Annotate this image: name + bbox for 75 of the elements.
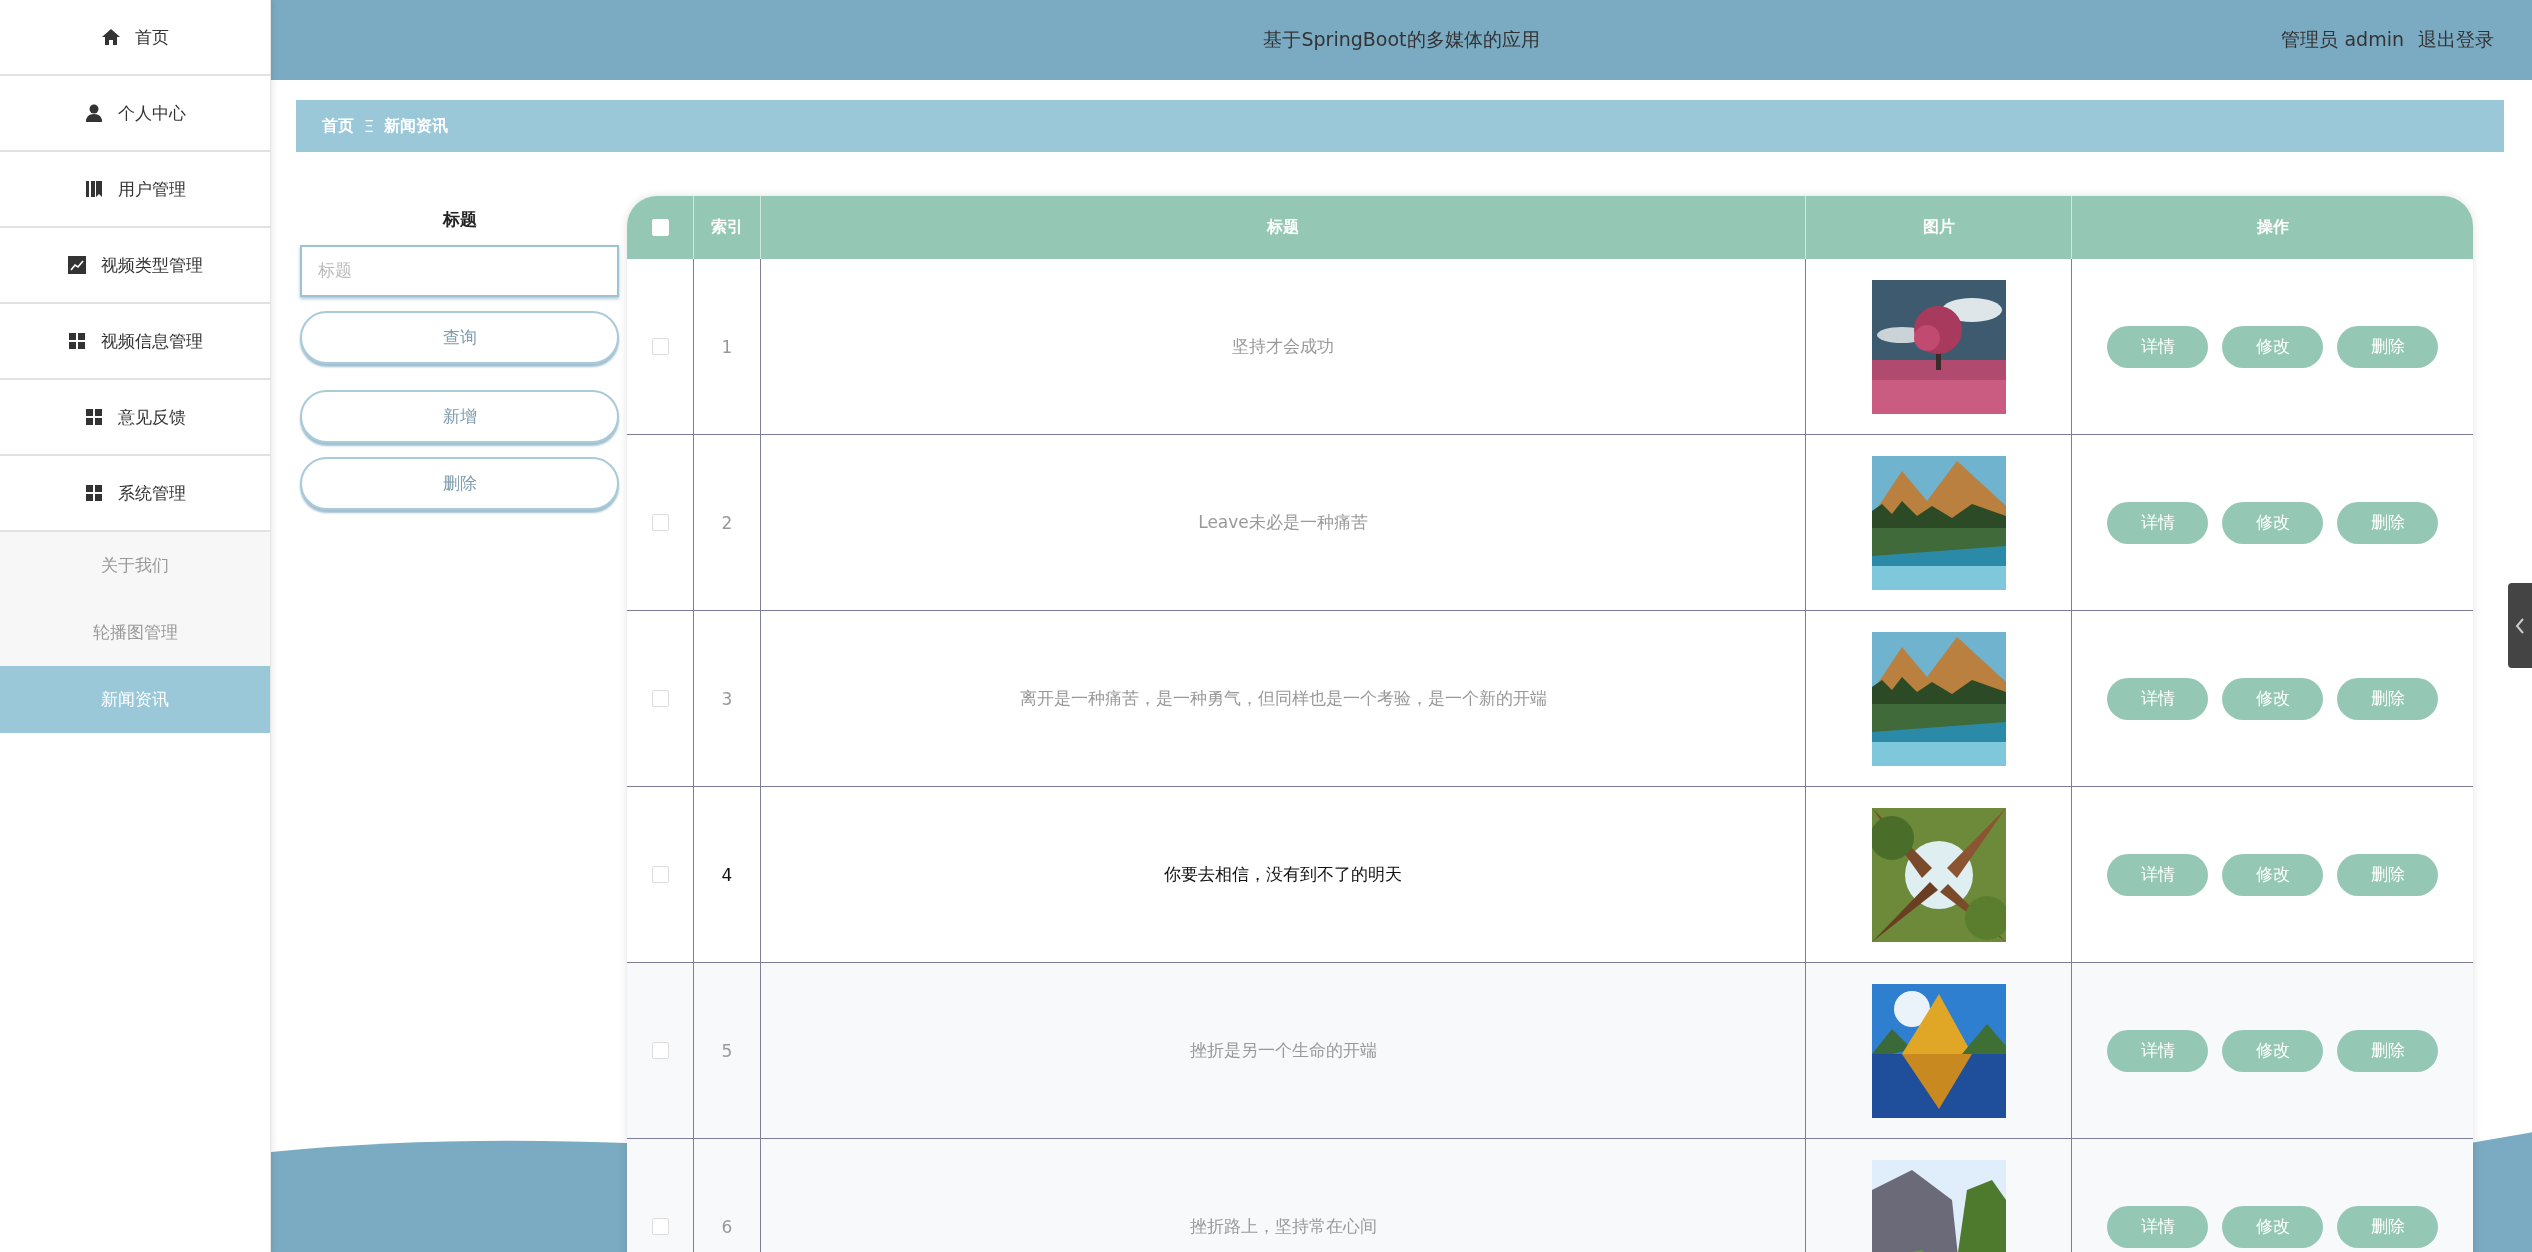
row-checkbox[interactable] [651, 1218, 669, 1235]
sidebar-item-label: 系统管理 [118, 481, 186, 505]
row-action-button[interactable]: 删除 [2337, 853, 2438, 896]
row-action-button[interactable]: 删除 [2337, 1205, 2438, 1248]
row-action-button[interactable]: 修改 [2222, 677, 2323, 720]
breadcrumb-separator: Ξ [364, 116, 375, 136]
sidebar-item[interactable]: 系统管理 [0, 456, 270, 532]
index-cell: 4 [721, 864, 733, 885]
title-cell: 离开是一种痛苦，是一种勇气，但同样也是一个考验，是一个新的开端 [1019, 687, 1547, 710]
action-button[interactable]: 删除 [300, 457, 619, 510]
sidebar-item-label: 个人中心 [118, 101, 186, 125]
row-action-button[interactable]: 详情 [2107, 501, 2208, 544]
sidebar-item[interactable]: 首页 [0, 0, 270, 76]
sidebar-item[interactable]: 个人中心 [0, 76, 270, 152]
index-cell: 6 [721, 1216, 733, 1237]
title-cell: 你要去相信，没有到不了的明天 [1164, 863, 1402, 886]
home-icon [101, 27, 121, 47]
row-checkbox[interactable] [651, 338, 669, 355]
row-action-button[interactable]: 修改 [2222, 1205, 2323, 1248]
sidebar-item[interactable]: 视频信息管理 [0, 304, 270, 380]
row-action-button[interactable]: 详情 [2107, 853, 2208, 896]
books-icon [84, 179, 104, 199]
sidebar-item-label: 视频类型管理 [101, 253, 203, 277]
row-checkbox[interactable] [651, 1042, 669, 1059]
index-cell: 1 [721, 336, 733, 357]
row-action-button[interactable]: 删除 [2337, 325, 2438, 368]
select-all-checkbox[interactable] [651, 219, 669, 236]
chevron-left-icon [2515, 617, 2525, 634]
breadcrumb-home[interactable]: 首页 [322, 115, 354, 137]
side-handle[interactable] [2508, 583, 2532, 668]
user-icon [84, 103, 104, 123]
action-button[interactable]: 查询 [300, 311, 619, 364]
sidebar-item[interactable]: 用户管理 [0, 152, 270, 228]
row-action-button[interactable]: 详情 [2107, 1029, 2208, 1072]
title-cell: Leave未必是一种痛苦 [1198, 511, 1368, 534]
sidebar-item[interactable]: 意见反馈 [0, 380, 270, 456]
row-action-button[interactable]: 删除 [2337, 677, 2438, 720]
title-search-field[interactable]: 标题 [300, 245, 619, 297]
row-checkbox[interactable] [651, 690, 669, 707]
field-label: 标题 [442, 208, 477, 231]
row-action-button[interactable]: 修改 [2222, 325, 2323, 368]
row-action-button[interactable]: 删除 [2337, 501, 2438, 544]
grid-icon [84, 407, 104, 427]
column-header: 操作 [2255, 216, 2290, 238]
row-action-button[interactable]: 删除 [2337, 1029, 2438, 1072]
row-action-button[interactable]: 详情 [2107, 1205, 2208, 1248]
sidebar-subitem[interactable]: 轮播图管理 [0, 599, 270, 666]
action-button[interactable]: 新增 [300, 390, 619, 443]
row-action-button[interactable]: 详情 [2107, 325, 2208, 368]
app-title: 基于SpringBoot的多媒体的应用 [1263, 27, 1540, 52]
title-cell: 挫折是另一个生命的开端 [1189, 1039, 1377, 1062]
grid-icon [84, 483, 104, 503]
sidebar-subitem[interactable]: 关于我们 [0, 532, 270, 599]
sidebar-subitem[interactable]: 新闻资讯 [0, 666, 270, 733]
logout-link[interactable]: 退出登录 [2418, 27, 2494, 53]
sidebar-item-label: 用户管理 [118, 177, 186, 201]
row-action-button[interactable]: 修改 [2222, 853, 2323, 896]
index-cell: 5 [721, 1040, 733, 1061]
title-cell: 挫折路上，坚持常在心间 [1189, 1215, 1377, 1238]
sidebar-item-label: 视频信息管理 [101, 329, 203, 353]
chart-icon [67, 255, 87, 275]
breadcrumb-current: 新闻资讯 [384, 115, 449, 137]
row-checkbox[interactable] [651, 514, 669, 531]
index-cell: 2 [721, 512, 733, 533]
sidebar-item[interactable]: 视频类型管理 [0, 228, 270, 304]
title-cell: 坚持才会成功 [1232, 335, 1334, 358]
sidebar-item-label: 首页 [135, 25, 169, 49]
row-checkbox[interactable] [651, 866, 669, 883]
row-action-button[interactable]: 修改 [2222, 1029, 2323, 1072]
row-action-button[interactable]: 详情 [2107, 677, 2208, 720]
row-action-button[interactable]: 修改 [2222, 501, 2323, 544]
user-label: 管理员 admin [2281, 27, 2404, 52]
sidebar-item-label: 意见反馈 [118, 405, 186, 429]
grid-icon [67, 331, 87, 351]
index-cell: 3 [721, 688, 733, 709]
